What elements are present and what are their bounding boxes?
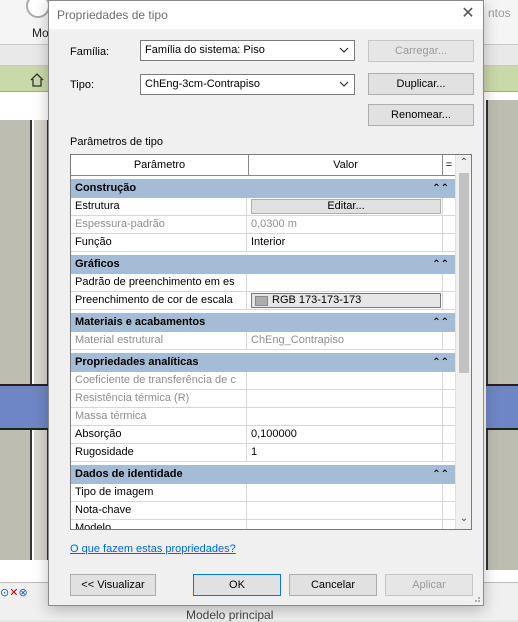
- vertical-scrollbar[interactable]: ⌃ ⌄: [455, 155, 471, 529]
- table-row[interactable]: Modelo: [71, 520, 455, 529]
- group-label: Construção: [75, 182, 137, 194]
- floor-slab-right: [486, 384, 518, 430]
- group-header-materials[interactable]: Materiais e acabamentos ⌃⌃: [71, 313, 455, 332]
- apply-button[interactable]: Aplicar: [385, 574, 473, 596]
- table-row[interactable]: Função Interior: [71, 234, 455, 252]
- table-row[interactable]: Material estrutural ChEng_Contrapiso: [71, 332, 455, 350]
- param-name: Modelo: [73, 520, 247, 529]
- group-label: Dados de identidade: [75, 468, 183, 480]
- wall-section-left: [0, 120, 32, 560]
- param-value[interactable]: [249, 502, 443, 519]
- dialog-titlebar[interactable]: Propriedades de tipo ✕: [49, 1, 483, 29]
- table-row: Espessura-padrão 0,0300 m: [71, 216, 455, 234]
- wall-section-left-finish: [34, 120, 48, 560]
- param-value: [249, 390, 443, 407]
- param-name: Massa térmica: [73, 408, 247, 425]
- table-row: Resistência térmica (R): [71, 390, 455, 408]
- param-value[interactable]: [249, 520, 443, 529]
- chevron-down-icon: [339, 47, 349, 53]
- param-name: Padrão de preenchimento em es: [73, 274, 247, 291]
- home-icon[interactable]: [30, 73, 44, 87]
- edit-structure-button[interactable]: Editar...: [251, 199, 441, 214]
- color-value: RGB 173-173-173: [272, 294, 362, 306]
- table-header: Parâmetro Valor =: [71, 155, 455, 176]
- param-name: Função: [73, 234, 247, 251]
- table-row[interactable]: Tipo de imagem: [71, 484, 455, 502]
- param-name: Tipo de imagem: [73, 484, 247, 501]
- scroll-up-icon[interactable]: ⌃: [456, 157, 471, 171]
- duplicate-button[interactable]: Duplicar...: [368, 73, 474, 95]
- scroll-thumb[interactable]: [459, 173, 469, 373]
- group-label: Propriedades analíticas: [75, 356, 199, 368]
- column-header-formula[interactable]: =: [443, 155, 455, 175]
- color-swatch: [255, 296, 268, 306]
- cancel-button[interactable]: Cancelar: [289, 574, 377, 596]
- param-value: [249, 408, 443, 425]
- param-value: 0,0300 m: [249, 216, 443, 233]
- collapse-icon[interactable]: ⌃⌃: [432, 353, 449, 372]
- param-value[interactable]: Interior: [249, 234, 443, 251]
- type-dropdown[interactable]: ChEng-3cm-Contrapiso: [140, 74, 355, 95]
- collapse-icon[interactable]: ⌃⌃: [432, 179, 449, 198]
- group-header-graphics[interactable]: Gráficos ⌃⌃: [71, 255, 455, 274]
- table-row[interactable]: Preenchimento de cor de escala RGB 173-1…: [71, 292, 455, 310]
- param-name: Nota-chave: [73, 502, 247, 519]
- param-name: Espessura-padrão: [73, 216, 247, 233]
- close-icon[interactable]: ✕: [459, 5, 477, 23]
- column-header-value[interactable]: Valor: [249, 155, 443, 175]
- group-label: Gráficos: [75, 258, 120, 270]
- rename-button[interactable]: Renomear...: [368, 104, 474, 126]
- table-row[interactable]: Estrutura Editar...: [71, 198, 455, 216]
- table-row: Coeficiente de transferência de c: [71, 372, 455, 390]
- param-name: Estrutura: [73, 198, 247, 215]
- family-label: Família:: [70, 46, 110, 58]
- dialog-title: Propriedades de tipo: [57, 8, 168, 22]
- param-value[interactable]: ChEng_Contrapiso: [249, 332, 443, 349]
- collapse-icon[interactable]: ⌃⌃: [432, 313, 449, 332]
- group-header-identity[interactable]: Dados de identidade ⌃⌃: [71, 465, 455, 484]
- ribbon-label: Mo: [32, 26, 49, 40]
- type-parameters-table: Parâmetro Valor = Construção ⌃⌃ Estrutur…: [70, 154, 472, 530]
- param-value[interactable]: [249, 274, 443, 291]
- type-value: ChEng-3cm-Contrapiso: [145, 78, 260, 90]
- group-label: Materiais e acabamentos: [75, 316, 206, 328]
- table-row[interactable]: Padrão de preenchimento em es: [71, 274, 455, 292]
- param-name: Absorção: [73, 426, 247, 443]
- status-icons[interactable]: ⊙✕⊗: [0, 586, 48, 600]
- param-value: [249, 372, 443, 389]
- table-row[interactable]: Absorção 0,100000: [71, 426, 455, 444]
- group-header-construction[interactable]: Construção ⌃⌃: [71, 179, 455, 198]
- table-row: Massa térmica: [71, 408, 455, 426]
- color-picker-button[interactable]: RGB 173-173-173: [251, 293, 441, 308]
- column-header-parameter[interactable]: Parâmetro: [71, 155, 249, 175]
- load-button[interactable]: Carregar...: [368, 40, 474, 62]
- param-value[interactable]: [249, 484, 443, 501]
- param-name: Resistência térmica (R): [73, 390, 247, 407]
- param-value[interactable]: 1: [249, 444, 443, 461]
- floor-slab-left: [0, 384, 48, 430]
- param-name: Coeficiente de transferência de c: [73, 372, 247, 389]
- preview-button[interactable]: << Visualizar: [70, 574, 156, 596]
- collapse-icon[interactable]: ⌃⌃: [432, 255, 449, 274]
- scroll-down-icon[interactable]: ⌄: [456, 513, 471, 527]
- table-row[interactable]: Rugosidade 1: [71, 444, 455, 462]
- resize-grip-icon[interactable]: [471, 593, 481, 603]
- group-header-analytical[interactable]: Propriedades analíticas ⌃⌃: [71, 353, 455, 372]
- type-parameters-heading: Parâmetros de tipo: [70, 136, 163, 148]
- ok-button[interactable]: OK: [193, 574, 281, 596]
- ribbon-label-right: ntos: [488, 6, 511, 20]
- type-label: Tipo:: [70, 79, 95, 91]
- table-row[interactable]: Nota-chave: [71, 502, 455, 520]
- family-dropdown[interactable]: Família do sistema: Piso: [140, 40, 355, 61]
- param-value[interactable]: 0,100000: [249, 426, 443, 443]
- chevron-down-icon: [339, 81, 349, 87]
- type-properties-dialog: Propriedades de tipo ✕ Família: Família …: [48, 0, 484, 606]
- param-name: Preenchimento de cor de escala: [73, 292, 247, 309]
- help-link[interactable]: O que fazem estas propriedades?: [70, 543, 236, 555]
- param-name: Material estrutural: [73, 332, 247, 349]
- collapse-icon[interactable]: ⌃⌃: [432, 465, 449, 484]
- param-name: Rugosidade: [73, 444, 247, 461]
- family-value: Família do sistema: Piso: [145, 44, 265, 56]
- wall-section-right: [486, 100, 518, 570]
